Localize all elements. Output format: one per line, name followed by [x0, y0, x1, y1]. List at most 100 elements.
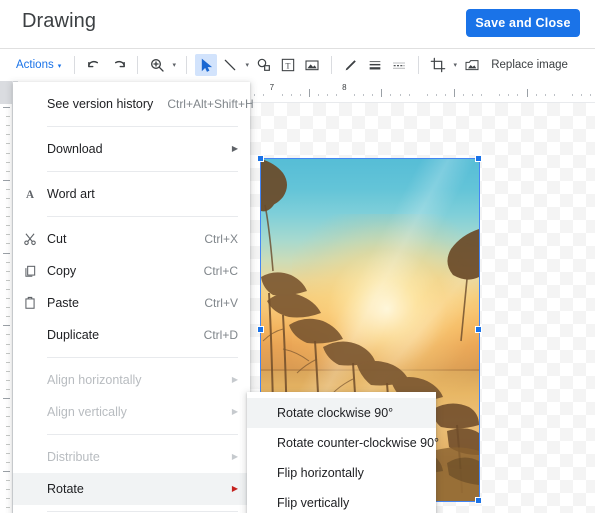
menu-item-copy[interactable]: Copy Ctrl+C	[13, 255, 250, 287]
ruler-tick	[3, 253, 10, 254]
menu-item-label: Copy	[47, 264, 77, 278]
submenu-arrow-icon: ▶	[231, 144, 238, 153]
line-icon[interactable]	[219, 54, 241, 76]
ruler-tick	[6, 507, 10, 508]
toolbar-divider	[331, 56, 333, 74]
ruler-tick	[554, 94, 555, 96]
vertical-ruler-margin	[0, 81, 12, 104]
menu-item-duplicate[interactable]: Duplicate Ctrl+D	[13, 319, 250, 351]
menu-item-shortcut: Ctrl+X	[204, 232, 238, 246]
ruler-tick	[527, 89, 528, 97]
submenu-item-rotate-counter-clockwise-90[interactable]: Rotate counter-clockwise 90°	[247, 428, 440, 458]
ruler-tick	[6, 416, 10, 417]
ruler-tick	[6, 189, 10, 190]
submenu-item-flip-horizontally[interactable]: Flip horizontally	[247, 458, 436, 488]
drawing-editor-window: Drawing Save and Close Actions ▾ ▾ ▾ T ▾…	[0, 0, 595, 513]
ruler-tick	[6, 489, 10, 490]
ruler-tick	[6, 362, 10, 363]
ruler-tick	[6, 143, 10, 144]
menu-item-download[interactable]: Download ▶	[13, 133, 250, 165]
menu-separator	[47, 434, 238, 435]
resize-handle-middle-right[interactable]	[475, 326, 482, 333]
submenu-item-label: Rotate counter-clockwise 90°	[277, 436, 440, 450]
menu-item-shortcut: Ctrl+Alt+Shift+H	[167, 97, 254, 111]
toolbar-divider	[74, 56, 76, 74]
ruler-tick	[6, 307, 10, 308]
ruler-tick	[6, 316, 10, 317]
menu-item-label: Download	[47, 142, 103, 156]
ruler-label: 7	[269, 83, 275, 92]
ruler-tick	[354, 94, 355, 96]
ruler-tick	[6, 453, 10, 454]
zoom-icon[interactable]	[146, 54, 168, 76]
submenu-item-flip-vertically[interactable]: Flip vertically	[247, 488, 436, 513]
ruler-tick	[336, 94, 337, 96]
text-box-icon[interactable]: T	[277, 54, 299, 76]
undo-icon[interactable]	[83, 54, 105, 76]
ruler-tick	[409, 94, 410, 96]
ruler-tick	[6, 435, 10, 436]
ruler-tick	[6, 262, 10, 263]
menu-item-label: See version history	[47, 97, 154, 111]
menu-item-label: Align vertically	[47, 405, 127, 419]
ruler-tick	[545, 94, 546, 96]
mask-image-icon[interactable]	[461, 54, 483, 76]
ruler-tick	[427, 94, 428, 96]
select-icon[interactable]	[195, 54, 218, 76]
ruler-tick	[6, 134, 10, 135]
ruler-tick	[454, 89, 455, 97]
submenu-arrow-icon: ▶	[231, 375, 238, 384]
ruler-tick	[463, 94, 464, 96]
ruler-tick	[436, 94, 437, 96]
ruler-tick	[581, 94, 582, 96]
ruler-label: 8	[342, 83, 347, 92]
ruler-tick	[6, 498, 10, 499]
menu-item-shortcut: Ctrl+D	[203, 328, 238, 342]
ruler-tick	[6, 243, 10, 244]
replace-image-button[interactable]: Replace image	[491, 59, 568, 71]
line-dash-icon[interactable]	[388, 54, 410, 76]
menu-item-word-art[interactable]: A Word art	[13, 178, 250, 210]
actions-menu-label: Actions	[16, 59, 54, 71]
line-weight-icon[interactable]	[364, 54, 386, 76]
line-dropdown-caret-icon[interactable]: ▾	[242, 55, 252, 75]
resize-handle-top-right[interactable]	[475, 155, 482, 162]
ruler-tick	[6, 298, 10, 299]
menu-item-rotate[interactable]: Rotate ▶	[13, 473, 250, 505]
clipboard-icon	[13, 296, 47, 310]
ruler-tick	[263, 94, 264, 96]
ruler-tick	[445, 94, 446, 96]
ruler-tick	[6, 216, 10, 217]
ruler-tick	[3, 325, 10, 326]
actions-menu-button[interactable]: Actions ▾	[12, 56, 68, 74]
svg-text:T: T	[286, 61, 291, 70]
chevron-down-icon: ▾	[57, 62, 62, 70]
toolbar: Actions ▾ ▾ ▾ T ▾ Replace image	[0, 48, 595, 81]
shape-icon[interactable]	[253, 54, 275, 76]
resize-handle-middle-left[interactable]	[257, 326, 264, 333]
menu-item-paste[interactable]: Paste Ctrl+V	[13, 287, 250, 319]
ruler-tick	[6, 198, 10, 199]
copy-icon	[13, 264, 47, 278]
submenu-item-rotate-clockwise-90[interactable]: Rotate clockwise 90°	[247, 398, 436, 428]
menu-item-cut[interactable]: Cut Ctrl+X	[13, 223, 250, 255]
ruler-tick	[372, 94, 373, 96]
redo-icon[interactable]	[107, 54, 129, 76]
submenu-item-label: Rotate clockwise 90°	[277, 406, 394, 420]
ruler-tick	[282, 94, 283, 96]
submenu-arrow-icon: ▶	[231, 407, 238, 416]
menu-separator	[47, 511, 238, 512]
menu-item-see-version-history[interactable]: See version history Ctrl+Alt+Shift+H	[13, 88, 254, 120]
ruler-tick	[254, 94, 255, 96]
resize-handle-top-left[interactable]	[257, 155, 264, 162]
zoom-dropdown-caret-icon[interactable]: ▾	[169, 55, 179, 75]
crop-icon[interactable]	[427, 54, 449, 76]
save-and-close-button[interactable]: Save and Close	[466, 9, 580, 37]
resize-handle-bottom-right[interactable]	[475, 497, 482, 504]
vertical-ruler[interactable]	[0, 81, 13, 513]
image-icon[interactable]	[301, 54, 323, 76]
crop-dropdown-caret-icon[interactable]: ▾	[450, 55, 460, 75]
ruler-tick	[6, 334, 10, 335]
pen-color-icon[interactable]	[340, 54, 362, 76]
menu-item-label: Align horizontally	[47, 373, 142, 387]
